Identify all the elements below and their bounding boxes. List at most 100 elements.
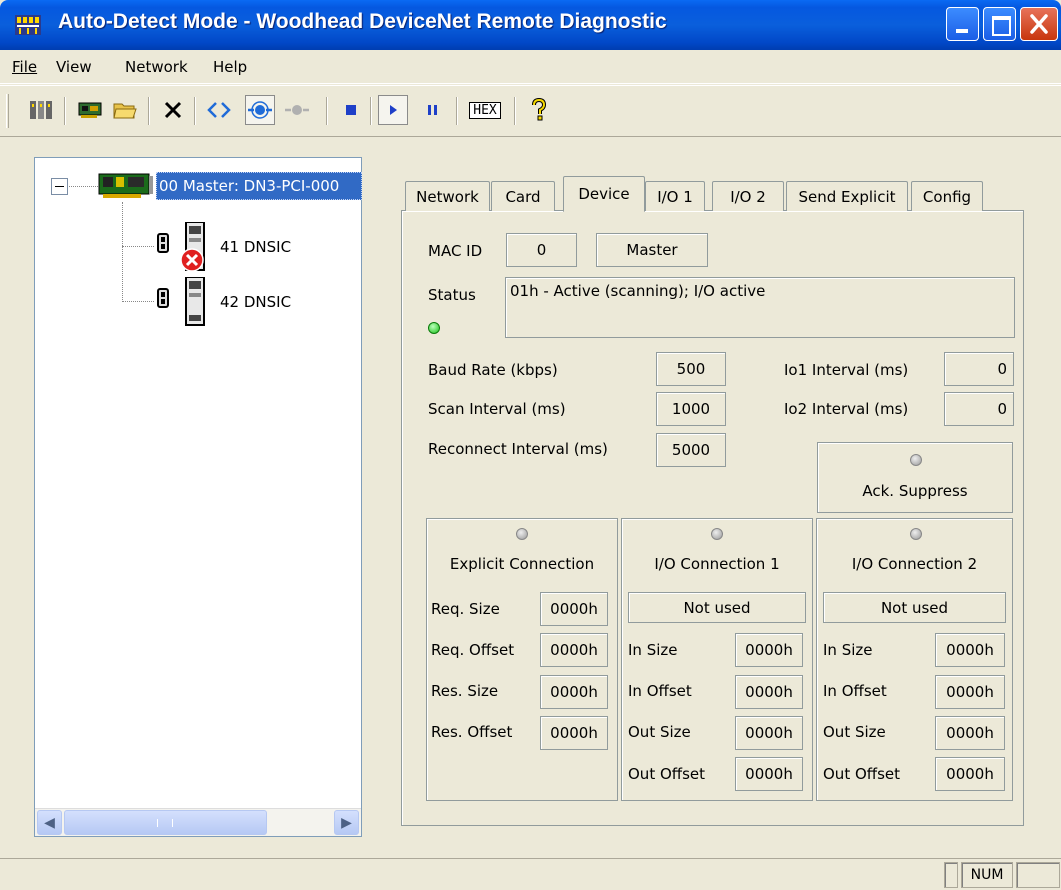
io2-interval-field: 0 <box>944 392 1014 426</box>
network-view-disabled-icon[interactable] <box>282 95 312 125</box>
tab-io2[interactable]: I/O 2 <box>712 181 784 211</box>
req-size-label: Req. Size <box>431 600 500 618</box>
status-pane <box>1016 862 1060 888</box>
explicit-connection-led <box>516 528 528 540</box>
toolbar-separator <box>326 97 328 125</box>
out-size-field: 0000h <box>735 716 803 750</box>
io1-interval-label: Io1 Interval (ms) <box>784 361 909 379</box>
scan-interval-field: 1000 <box>656 392 726 426</box>
out-size-field: 0000h <box>935 716 1005 750</box>
menu-network[interactable]: Network <box>125 58 188 76</box>
tab-device[interactable]: Device <box>563 176 645 212</box>
play-icon[interactable] <box>378 95 408 125</box>
ack-suppress-box <box>817 442 1013 513</box>
hex-label: HEX <box>469 101 501 119</box>
close-button[interactable] <box>1020 7 1058 41</box>
tab-send-explicit[interactable]: Send Explicit <box>786 181 908 211</box>
req-offset-label: Req. Offset <box>431 641 515 659</box>
res-size-label: Res. Size <box>431 682 499 700</box>
toolbar-grip <box>6 94 9 128</box>
req-size-field: 0000h <box>540 592 608 626</box>
out-size-label: Out Size <box>628 723 691 741</box>
tree-line <box>66 186 98 187</box>
in-size-label: In Size <box>823 641 873 659</box>
res-offset-label: Res. Offset <box>431 723 513 741</box>
menu-file[interactable]: File <box>12 58 37 76</box>
toolbar-separator <box>514 97 516 125</box>
menu-help[interactable]: Help <box>213 58 247 76</box>
help-icon[interactable] <box>524 95 554 125</box>
in-offset-label: In Offset <box>823 682 887 700</box>
in-offset-label: In Offset <box>628 682 692 700</box>
baud-rate-label: Baud Rate (kbps) <box>428 361 558 379</box>
in-size-label: In Size <box>628 641 678 659</box>
toolbar-separator <box>148 97 150 125</box>
out-offset-field: 0000h <box>935 757 1005 791</box>
network-view-icon[interactable] <box>245 95 275 125</box>
delete-icon[interactable] <box>158 95 188 125</box>
scroll-left-button[interactable]: ◀ <box>37 810 62 835</box>
scroll-thumb[interactable] <box>64 810 267 835</box>
connect-icon[interactable] <box>204 95 234 125</box>
mac-id-field: 0 <box>506 233 577 267</box>
in-size-field: 0000h <box>735 633 803 667</box>
status-label: Status <box>428 286 476 304</box>
scan-interval-label: Scan Interval (ms) <box>428 400 566 418</box>
tab-config[interactable]: Config <box>911 181 983 211</box>
io1-interval-field: 0 <box>944 352 1014 386</box>
io-connection-1-title: I/O Connection 1 <box>654 555 780 573</box>
menu-view[interactable]: View <box>56 58 92 76</box>
toolbar-separator <box>194 97 196 125</box>
master-card-icon <box>98 172 154 200</box>
role-field: Master <box>596 233 708 267</box>
tab-io1[interactable]: I/O 1 <box>645 181 705 211</box>
maximize-button[interactable] <box>983 7 1016 41</box>
baud-rate-field: 500 <box>656 352 726 386</box>
hex-icon[interactable]: HEX <box>466 95 504 125</box>
stop-icon[interactable] <box>336 95 366 125</box>
io2-interval-label: Io2 Interval (ms) <box>784 400 909 418</box>
pause-icon[interactable] <box>418 95 448 125</box>
in-offset-field: 0000h <box>735 675 803 709</box>
res-size-field: 0000h <box>540 675 608 709</box>
req-offset-field: 0000h <box>540 633 608 667</box>
app-icon <box>14 13 42 37</box>
toolbar-separator <box>456 97 458 125</box>
tab-network[interactable]: Network <box>405 181 490 211</box>
error-icon <box>180 248 204 272</box>
collapse-toggle[interactable] <box>51 178 68 195</box>
tree-item-device[interactable]: 42 DNSIC <box>220 293 291 311</box>
card-icon[interactable] <box>76 95 106 125</box>
in-offset-field: 0000h <box>935 675 1005 709</box>
status-pane <box>944 862 958 888</box>
scroll-right-button[interactable]: ▶ <box>334 810 359 835</box>
explicit-connection-title: Explicit Connection <box>449 555 595 573</box>
toolbar-separator <box>64 97 66 125</box>
status-led <box>428 322 440 334</box>
minimize-button[interactable] <box>946 7 979 41</box>
ack-suppress-label: Ack. Suppress <box>862 482 968 500</box>
num-lock-indicator: NUM <box>961 862 1013 888</box>
tree-item-master[interactable]: 00 Master: DN3-PCI-000 <box>156 172 362 200</box>
io-connection-2-led <box>910 528 922 540</box>
reconnect-interval-field: 5000 <box>656 433 726 467</box>
out-size-label: Out Size <box>823 723 886 741</box>
window-title: Auto-Detect Mode - Woodhead DeviceNet Re… <box>58 10 667 33</box>
tree-line <box>122 202 123 302</box>
in-size-field: 0000h <box>935 633 1005 667</box>
open-folder-icon[interactable] <box>110 95 140 125</box>
mac-id-label: MAC ID <box>428 242 483 260</box>
tree-item-device[interactable]: 41 DNSIC <box>220 238 291 256</box>
tree-line <box>122 246 154 247</box>
out-offset-field: 0000h <box>735 757 803 791</box>
io-connection-1-led <box>711 528 723 540</box>
autodetect-icon[interactable] <box>26 95 56 125</box>
out-offset-label: Out Offset <box>823 765 901 783</box>
out-offset-label: Out Offset <box>628 765 706 783</box>
tab-card[interactable]: Card <box>491 181 555 211</box>
res-offset-field: 0000h <box>540 716 608 750</box>
io-connection-1-state: Not used <box>628 592 806 623</box>
io-connection-2-title: I/O Connection 2 <box>851 555 978 573</box>
ack-suppress-led <box>910 454 922 466</box>
reconnect-interval-label: Reconnect Interval (ms) <box>428 440 608 458</box>
